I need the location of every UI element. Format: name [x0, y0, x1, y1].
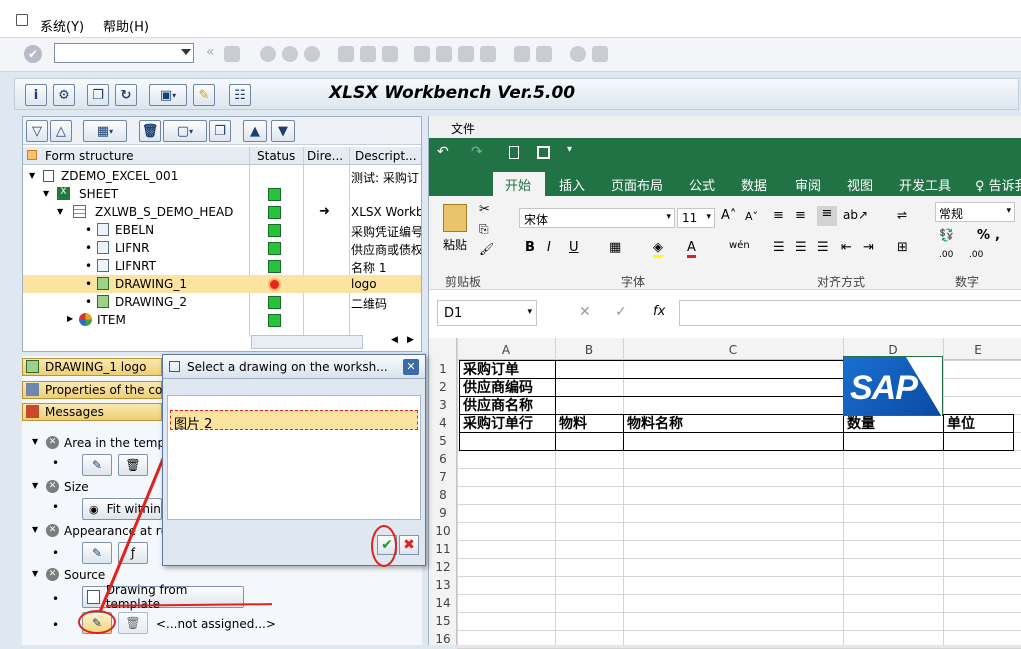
dialog-titlebar: Select a drawing on the worksh... ✕	[163, 355, 425, 379]
window-icon	[169, 361, 180, 372]
drawing-list: 图片 2	[167, 395, 421, 520]
cancel-button[interactable]: ✖	[399, 535, 419, 555]
close-icon[interactable]: ✕	[403, 359, 419, 375]
dialog-title: Select a drawing on the worksh...	[187, 360, 388, 374]
select-drawing-dialog: Select a drawing on the worksh... ✕ 图片 2…	[162, 354, 426, 567]
drawing-list-item[interactable]: 图片 2	[170, 410, 418, 432]
close-icon: ✖	[403, 537, 415, 553]
annotation-arrow	[98, 424, 180, 613]
drawing-item-label: 图片 2	[174, 417, 213, 432]
red-highlight-ellipse	[371, 525, 397, 567]
